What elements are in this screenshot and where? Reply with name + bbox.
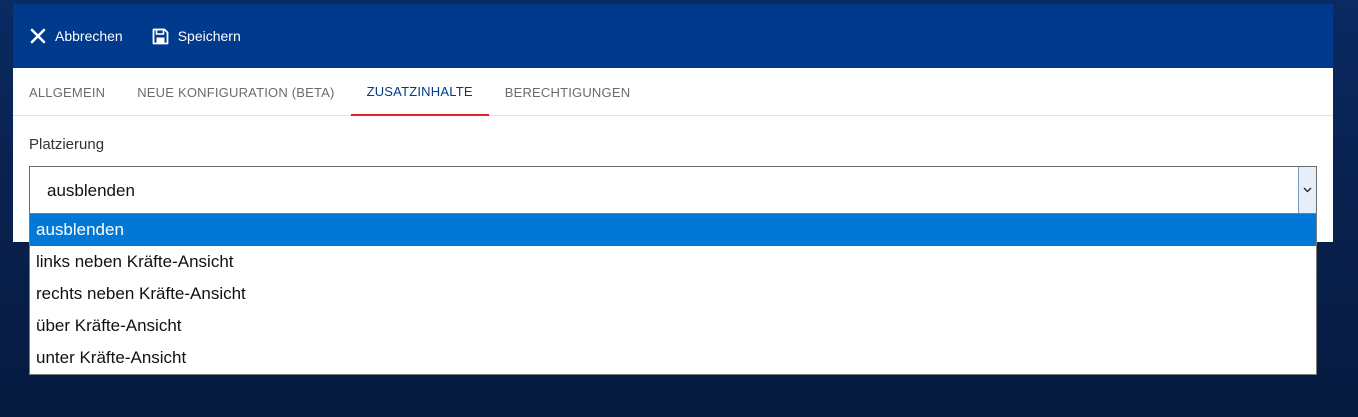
placement-select-value: ausblenden bbox=[47, 181, 135, 200]
dropdown-option-unter[interactable]: unter Kräfte-Ansicht bbox=[30, 342, 1316, 374]
settings-dialog: Abbrechen Speichern ALLGEMEIN NEUE KONFI… bbox=[13, 4, 1333, 242]
cancel-button[interactable]: Abbrechen bbox=[28, 4, 123, 68]
tab-bar: ALLGEMEIN NEUE KONFIGURATION (BETA) ZUSA… bbox=[13, 68, 1333, 116]
tab-neue-konfiguration[interactable]: NEUE KONFIGURATION (BETA) bbox=[121, 68, 350, 116]
tab-berechtigungen[interactable]: BERECHTIGUNGEN bbox=[489, 68, 647, 116]
dialog-toolbar: Abbrechen Speichern bbox=[13, 4, 1333, 68]
tab-allgemein[interactable]: ALLGEMEIN bbox=[13, 68, 121, 116]
tab-zusatzinhalte[interactable]: ZUSATZINHALTE bbox=[350, 68, 489, 116]
save-button[interactable]: Speichern bbox=[151, 4, 241, 68]
floppy-disk-icon bbox=[151, 26, 171, 46]
close-icon bbox=[28, 26, 48, 46]
save-button-label: Speichern bbox=[177, 28, 241, 44]
placement-select[interactable]: ausblenden bbox=[29, 166, 1317, 214]
dropdown-option-rechts-neben[interactable]: rechts neben Kräfte-Ansicht bbox=[30, 278, 1316, 310]
dropdown-option-ausblenden[interactable]: ausblenden bbox=[30, 214, 1316, 246]
cancel-button-label: Abbrechen bbox=[55, 28, 123, 44]
dropdown-option-links-neben[interactable]: links neben Kräfte-Ansicht bbox=[30, 246, 1316, 278]
dropdown-option-ueber[interactable]: über Kräfte-Ansicht bbox=[30, 310, 1316, 342]
placement-label: Platzierung bbox=[29, 136, 105, 153]
chevron-down-icon[interactable] bbox=[1298, 167, 1316, 213]
placement-dropdown-list: ausblenden links neben Kräfte-Ansicht re… bbox=[29, 213, 1317, 375]
